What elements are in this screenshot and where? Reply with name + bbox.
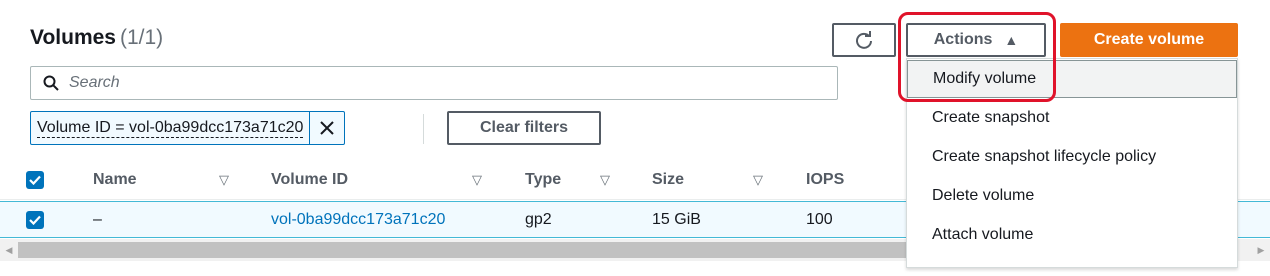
sort-icon[interactable]: ▽ bbox=[472, 162, 482, 198]
actions-dropdown-menu: Modify volume Create snapshot Create sna… bbox=[906, 58, 1238, 268]
search-field[interactable] bbox=[30, 66, 838, 100]
row-checkbox[interactable] bbox=[26, 202, 44, 237]
select-all-checkbox[interactable] bbox=[26, 162, 44, 198]
sort-icon[interactable]: ▽ bbox=[600, 162, 610, 198]
cell-iops: 100 bbox=[806, 210, 833, 228]
clear-filters-button[interactable]: Clear filters bbox=[447, 111, 601, 145]
title-text: Volumes bbox=[30, 26, 116, 49]
sort-icon[interactable]: ▽ bbox=[219, 162, 229, 198]
selection-count: (1/1) bbox=[119, 26, 164, 49]
search-input[interactable] bbox=[69, 74, 769, 92]
menu-item-attach-volume[interactable]: Attach volume bbox=[907, 216, 1237, 254]
column-header-iops[interactable]: IOPS bbox=[806, 162, 844, 198]
cell-size: 15 GiB bbox=[652, 210, 701, 228]
filter-token: Volume ID = vol-0ba99dcc173a71c20 bbox=[30, 111, 346, 145]
menu-item-delete-volume[interactable]: Delete volume bbox=[907, 177, 1237, 215]
close-icon bbox=[320, 121, 335, 135]
column-header-volume-id[interactable]: Volume ID bbox=[271, 162, 348, 198]
scroll-left-icon[interactable]: ◀ bbox=[0, 239, 18, 261]
page-title: Volumes (1/1) bbox=[30, 26, 163, 50]
actions-label: Actions bbox=[933, 31, 993, 48]
cell-volume-id-link[interactable]: vol-0ba99dcc173a71c20 bbox=[271, 202, 445, 237]
sort-icon[interactable]: ▽ bbox=[753, 162, 763, 198]
create-volume-button[interactable]: Create volume bbox=[1060, 23, 1238, 57]
column-header-name[interactable]: Name bbox=[93, 162, 137, 198]
search-icon bbox=[43, 75, 59, 91]
menu-item-modify-volume[interactable]: Modify volume bbox=[907, 60, 1237, 98]
refresh-button[interactable] bbox=[832, 23, 896, 57]
menu-item-create-snapshot-lifecycle-policy[interactable]: Create snapshot lifecycle policy bbox=[907, 138, 1237, 176]
cell-type: gp2 bbox=[525, 210, 552, 228]
refresh-icon bbox=[856, 31, 872, 49]
menu-item-create-snapshot[interactable]: Create snapshot bbox=[907, 99, 1237, 137]
filter-token-label[interactable]: Volume ID = vol-0ba99dcc173a71c20 bbox=[31, 112, 311, 144]
cell-name: – bbox=[93, 210, 102, 228]
caret-up-icon: ▲ bbox=[1004, 32, 1019, 48]
column-header-size[interactable]: Size bbox=[652, 162, 684, 198]
column-header-type[interactable]: Type bbox=[525, 162, 561, 198]
actions-button[interactable]: Actions ▲ bbox=[906, 23, 1046, 57]
scroll-right-icon[interactable]: ▶ bbox=[1252, 239, 1270, 261]
divider bbox=[423, 114, 424, 144]
remove-filter-button[interactable] bbox=[310, 112, 344, 144]
